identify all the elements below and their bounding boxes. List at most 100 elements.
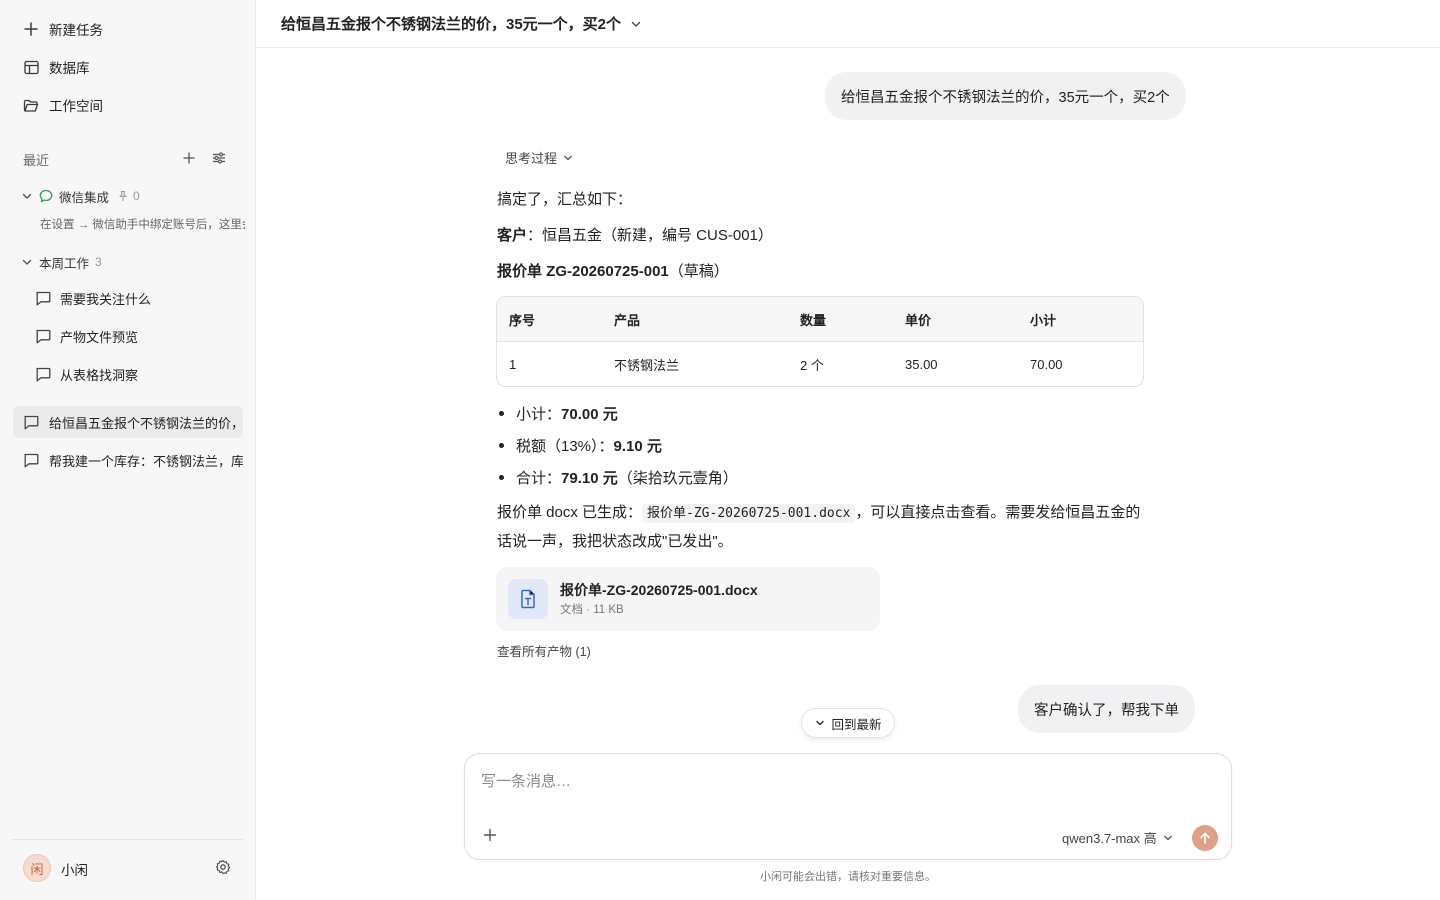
week-group-toggle[interactable]: 本周工作 3 xyxy=(20,251,102,273)
model-selector[interactable]: qwen3.7-max 高 xyxy=(1062,828,1174,847)
new-task-button[interactable]: 新建任务 xyxy=(13,12,243,46)
message-input[interactable] xyxy=(481,770,1201,792)
user-name: 小闲 xyxy=(61,863,88,878)
table-header-row: 序号 产品 数量 单价 小计 xyxy=(497,297,1143,342)
sidebar-divider xyxy=(12,839,243,840)
new-task-label: 新建任务 xyxy=(49,23,103,38)
quote-label: 报价单 ZG-20260725-001 xyxy=(497,263,669,280)
chat-bubble-icon xyxy=(34,365,52,383)
user-message: 给恒昌五金报个不锈钢法兰的价，35元一个，买2个 xyxy=(825,72,1186,120)
chevron-down-icon[interactable] xyxy=(629,17,643,31)
chat-bubble-icon xyxy=(34,289,52,307)
chat-item-label: 帮我建一个库存：不锈钢法兰，库 xyxy=(49,453,243,469)
chat-item[interactable]: 帮我建一个库存：不锈钢法兰，库 xyxy=(13,444,243,476)
message-composer: qwen3.7-max 高 xyxy=(464,753,1232,860)
database-label: 数据库 xyxy=(49,61,90,76)
view-all-artifacts-link[interactable]: 查看所有产物 (1) xyxy=(497,641,591,660)
database-nav[interactable]: 数据库 xyxy=(13,50,243,84)
bullet-value: 79.10 元 xyxy=(561,470,618,487)
quote-table: 序号 产品 数量 单价 小计 1 不锈钢法兰 2 个 35.00 70.00 xyxy=(496,296,1144,387)
table-cell: 70.00 xyxy=(1030,357,1063,372)
bullet-dot xyxy=(499,411,504,416)
table-header-cell: 产品 xyxy=(614,313,641,328)
wechat-icon xyxy=(39,189,53,203)
wechat-group-toggle[interactable]: 微信集成 0 xyxy=(20,185,140,207)
table-cell: 1 xyxy=(509,357,517,372)
add-recent-button[interactable] xyxy=(179,148,199,168)
bullet-label: 合计： xyxy=(516,470,562,487)
chat-bubble-icon xyxy=(34,327,52,345)
table-row: 1 不锈钢法兰 2 个 35.00 70.00 xyxy=(497,342,1143,386)
chat-item-label: 给恒昌五金报个不锈钢法兰的价， xyxy=(49,415,243,431)
quote-status: （草稿） xyxy=(668,263,729,280)
week-item-label: 产物文件预览 xyxy=(60,329,139,345)
plus-icon xyxy=(483,828,497,842)
table-header-cell: 数量 xyxy=(800,313,827,328)
disclaimer: 小闲可能会出错，请核对重要信息。 xyxy=(760,871,936,883)
attach-button[interactable] xyxy=(483,828,499,844)
workspace-label: 工作空间 xyxy=(49,99,103,114)
customer-label: 客户 xyxy=(497,227,528,244)
page-title[interactable]: 给恒昌五金报个不锈钢法兰的价，35元一个，买2个 xyxy=(281,13,621,34)
week-item[interactable]: 需要我关注什么 xyxy=(25,281,243,315)
scroll-to-latest-button[interactable]: 回到最新 xyxy=(801,708,895,738)
bullet-value: 70.00 元 xyxy=(561,406,618,423)
list-item: 税额（13%）： 9.10 元 xyxy=(499,435,662,456)
pin-icon xyxy=(117,190,129,202)
chat-bubble-icon xyxy=(22,451,40,469)
bullet-dot xyxy=(499,475,504,480)
plus-icon xyxy=(183,152,195,164)
gear-icon xyxy=(215,859,231,875)
file-name: 报价单-ZG-20260725-001.docx xyxy=(560,582,758,598)
table-icon xyxy=(22,58,40,76)
thinking-label: 思考过程 xyxy=(505,151,558,166)
list-item: 合计： 79.10 元（柒拾玖元壹角） xyxy=(499,467,738,488)
document-icon xyxy=(508,579,548,619)
week-item-label: 从表格找洞察 xyxy=(60,367,139,383)
chevron-down-icon xyxy=(562,152,574,164)
settings-button[interactable] xyxy=(215,859,233,877)
wechat-pin-count: 0 xyxy=(133,189,140,203)
bullet-dot xyxy=(499,443,504,448)
table-cell: 不锈钢法兰 xyxy=(614,358,680,373)
week-item-label: 需要我关注什么 xyxy=(60,291,152,307)
sidebar: 新建任务 数据库 工作空间 最近 微信集成 0 在设置 → 微信助手中绑定账号后… xyxy=(0,0,256,900)
chat-item-active[interactable]: 给恒昌五金报个不锈钢法兰的价， xyxy=(13,406,243,438)
chat-header: 给恒昌五金报个不锈钢法兰的价，35元一个，买2个 xyxy=(256,0,1440,48)
wechat-hint: 在设置 → 微信助手中绑定账号后，这里会 xyxy=(40,219,245,231)
list-item: 小计： 70.00 元 xyxy=(499,403,618,424)
chevron-down-icon xyxy=(20,255,34,269)
folder-icon xyxy=(22,96,40,114)
scroll-to-latest-label: 回到最新 xyxy=(831,717,882,732)
wechat-group-title: 微信集成 xyxy=(59,190,110,205)
assistant-paragraph: 报价单 docx 已生成： 报价单-ZG-20260725-001.docx ，可以… xyxy=(497,499,1147,556)
quote-line: 报价单 ZG-20260725-001（草稿） xyxy=(497,260,729,281)
chevron-down-icon xyxy=(20,189,34,203)
filter-recent-button[interactable] xyxy=(209,148,229,168)
bullet-suffix: （柒拾玖元壹角） xyxy=(617,470,738,487)
recent-section-label: 最近 xyxy=(23,153,50,168)
week-group-count: 3 xyxy=(95,255,102,269)
week-item[interactable]: 从表格找洞察 xyxy=(25,357,243,391)
chevron-down-icon xyxy=(814,717,826,729)
sliders-icon xyxy=(213,152,225,164)
file-attachment-card[interactable]: 报价单-ZG-20260725-001.docx 文档 · 11 KB xyxy=(496,567,880,631)
workspace-nav[interactable]: 工作空间 xyxy=(13,88,243,122)
week-item[interactable]: 产物文件预览 xyxy=(25,319,243,353)
customer-value: ：恒昌五金（新建，编号 CUS-001） xyxy=(527,227,773,244)
para-text: 报价单 docx 已生成： xyxy=(497,504,643,521)
user-message: 客户确认了，帮我下单 xyxy=(1018,685,1195,733)
bullet-label: 税额（13%）： xyxy=(516,438,614,455)
inline-code: 报价单-ZG-20260725-001.docx xyxy=(642,504,856,523)
send-button[interactable] xyxy=(1192,825,1218,851)
plus-icon xyxy=(22,20,40,38)
table-cell: 2 个 xyxy=(800,358,824,373)
bullet-value: 9.10 元 xyxy=(613,438,662,455)
table-header-cell: 小计 xyxy=(1030,313,1057,328)
chat-bubble-icon xyxy=(22,413,40,431)
avatar[interactable]: 闲 xyxy=(23,854,51,882)
week-group-title: 本周工作 xyxy=(39,256,90,271)
arrow-up-icon xyxy=(1200,832,1210,844)
file-meta: 文档 · 11 KB xyxy=(560,604,624,616)
thinking-toggle[interactable]: 思考过程 xyxy=(505,148,574,167)
